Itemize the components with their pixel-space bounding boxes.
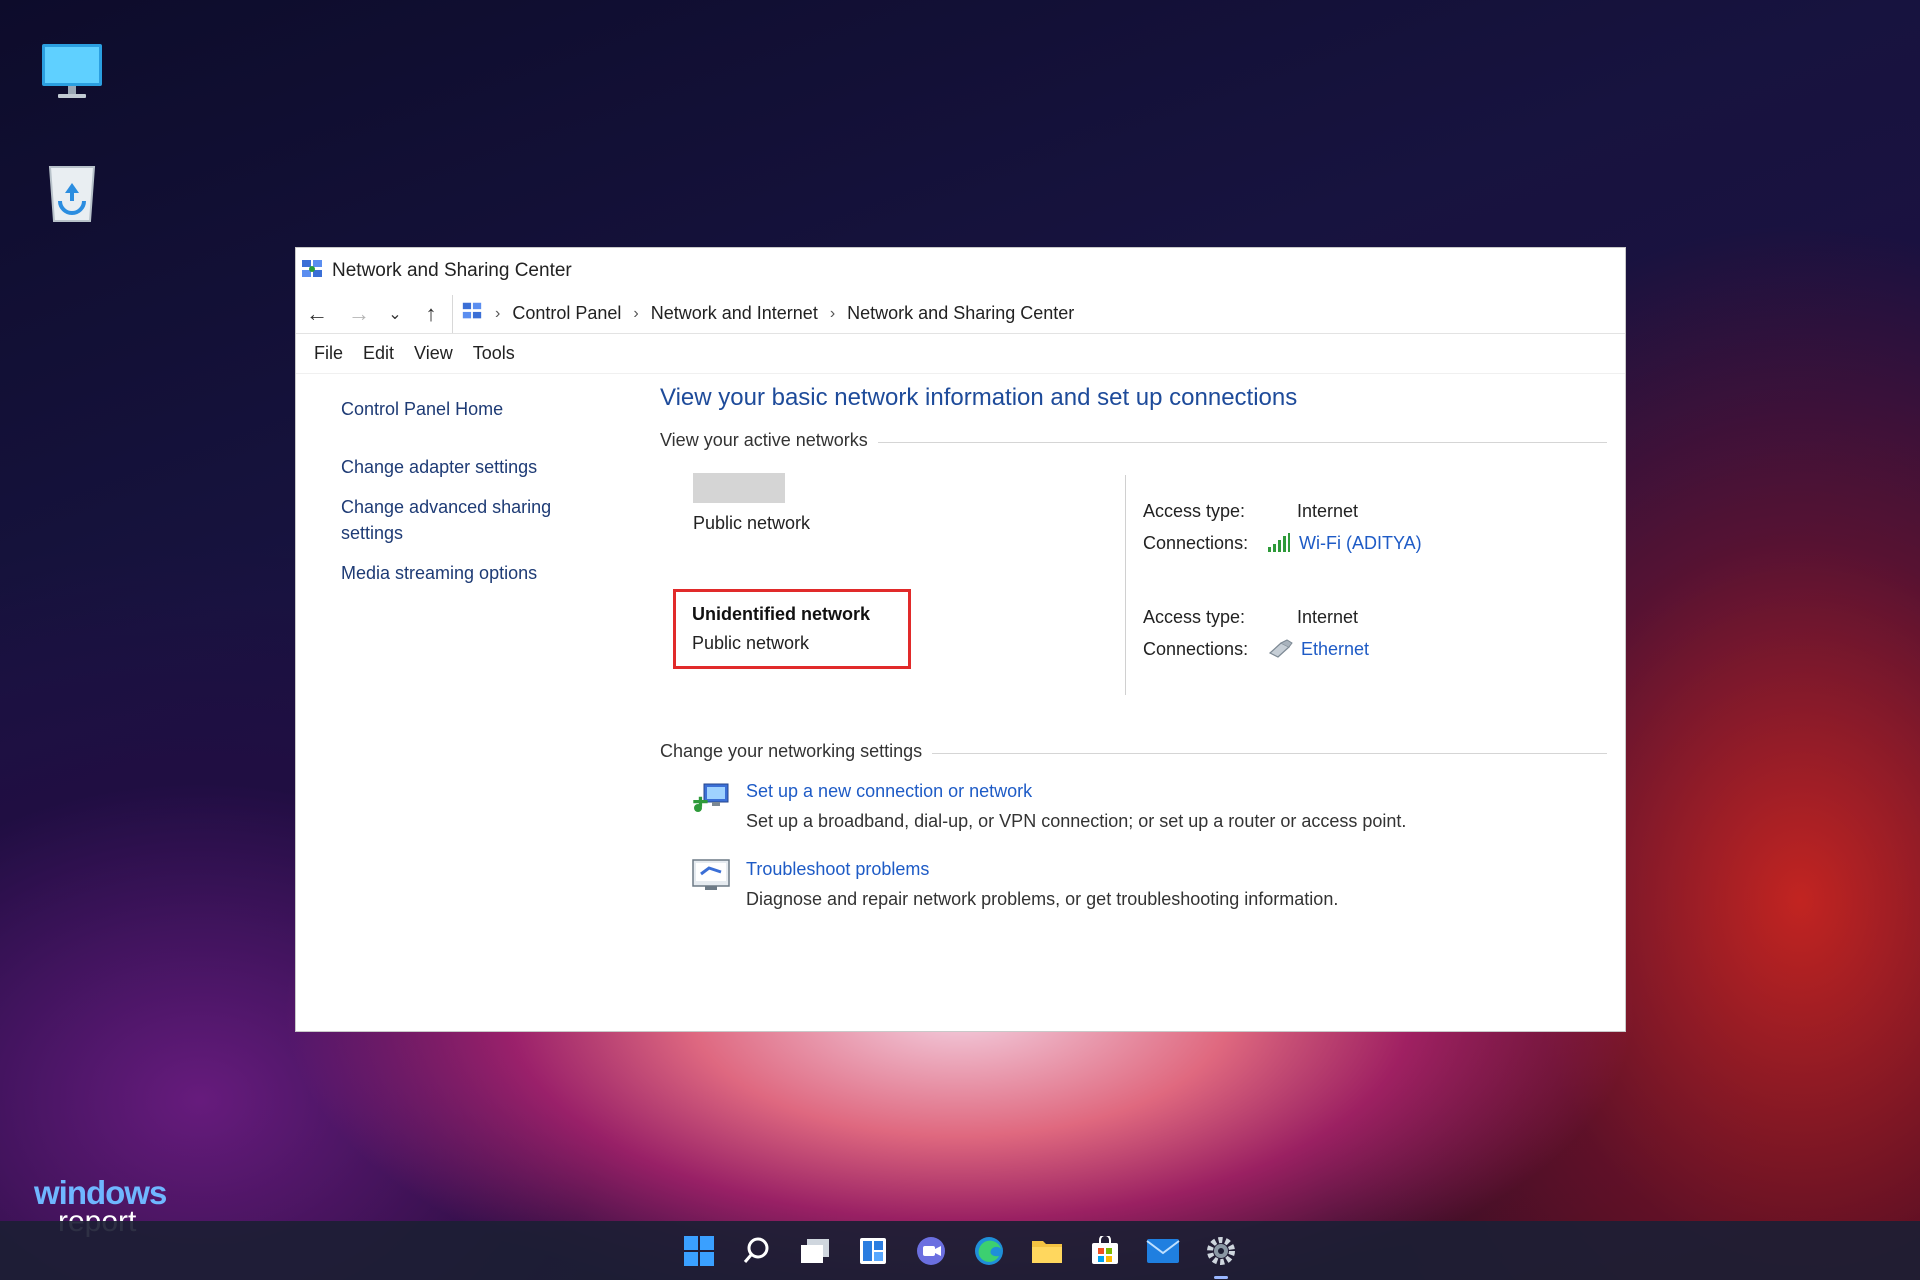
- menu-tools[interactable]: Tools: [463, 343, 525, 364]
- page-title: View your basic network information and …: [660, 384, 1298, 411]
- network-1-type: Public network: [693, 513, 811, 533]
- network-2-details: Access type: Internet Connections: Ether…: [1125, 577, 1369, 695]
- new-connection-icon: [690, 778, 732, 820]
- breadcrumb-control-panel[interactable]: Control Panel: [512, 303, 621, 324]
- redacted-network-name: [693, 473, 785, 503]
- address-field[interactable]: › Control Panel › Network and Internet ›…: [452, 294, 1625, 333]
- network-entry-1: Public network Access type: Internet Con…: [660, 451, 1607, 593]
- network-1-info: Public network: [683, 451, 810, 534]
- connections-row: Connections: Ethernet: [1143, 633, 1369, 665]
- settings-icon[interactable]: [1201, 1231, 1241, 1279]
- ethernet-connection-link[interactable]: Ethernet: [1267, 633, 1369, 665]
- access-type-value: Internet: [1297, 501, 1359, 521]
- file-explorer-icon[interactable]: [1027, 1231, 1067, 1271]
- arrow-right-icon: →: [348, 300, 370, 326]
- divider: [932, 752, 1607, 754]
- address-bar: ← → ⌄ ↑ › Control Panel › Network and In…: [296, 294, 1625, 334]
- widgets-icon[interactable]: [853, 1231, 893, 1271]
- control-panel-home-link[interactable]: Control Panel Home: [341, 396, 601, 422]
- connections-row: Connections: Wi-Fi (ADITYA): [1143, 527, 1422, 559]
- network-sharing-window: Network and Sharing Center ← → ⌄ ↑ › Con…: [295, 247, 1626, 1032]
- menu-bar: File Edit View Tools: [296, 334, 1625, 374]
- menu-file[interactable]: File: [304, 343, 353, 364]
- task-new-connection: Set up a new connection or network Set u…: [690, 778, 1607, 838]
- network-center-icon: [300, 257, 324, 286]
- media-streaming-options-link[interactable]: Media streaming options: [341, 560, 601, 586]
- highlight-box: Unidentified network Public network: [673, 589, 911, 669]
- setup-connection-link[interactable]: Set up a new connection or network: [746, 778, 1406, 804]
- back-button[interactable]: ←: [296, 296, 338, 332]
- chevron-right-icon: ›: [633, 304, 639, 322]
- networking-settings-label: Change your networking settings: [660, 741, 923, 761]
- menu-view[interactable]: View: [404, 343, 463, 364]
- connections-label: Connections:: [1143, 533, 1249, 553]
- ethernet-icon: [1268, 639, 1293, 658]
- this-pc-icon[interactable]: [40, 40, 104, 104]
- breadcrumb-network-center[interactable]: Network and Sharing Center: [847, 303, 1074, 324]
- left-pane: Control Panel Home Change adapter settin…: [341, 396, 601, 586]
- taskbar: [0, 1221, 1920, 1280]
- store-icon[interactable]: [1085, 1231, 1125, 1271]
- chevron-right-icon: ›: [829, 304, 836, 322]
- access-type-value: Internet: [1297, 607, 1359, 627]
- ethernet-connection-label[interactable]: Ethernet: [1301, 633, 1369, 665]
- task-view-icon[interactable]: [795, 1231, 835, 1271]
- arrow-up-icon: ↑: [425, 300, 437, 326]
- control-panel-icon: [461, 300, 483, 327]
- forward-button[interactable]: →: [338, 296, 380, 332]
- active-networks-header: View your active networks: [660, 430, 1607, 451]
- divider: [877, 441, 1607, 443]
- network-2-info: Unidentified network Public network: [673, 589, 911, 669]
- troubleshoot-desc: Diagnose and repair network problems, or…: [746, 889, 1339, 909]
- wifi-connection-label[interactable]: Wi-Fi (ADITYA): [1299, 527, 1422, 559]
- access-type-label: Access type:: [1143, 607, 1246, 627]
- change-adapter-settings-link[interactable]: Change adapter settings: [341, 454, 601, 480]
- network-2-type: Public network: [692, 633, 810, 653]
- troubleshoot-icon: [690, 856, 732, 898]
- task-troubleshoot: Troubleshoot problems Diagnose and repai…: [690, 856, 1607, 916]
- network-1-details: Access type: Internet Connections: Wi-Fi…: [1125, 475, 1422, 593]
- main-pane: View your basic network information and …: [660, 384, 1607, 916]
- search-icon[interactable]: [737, 1231, 777, 1271]
- network-entry-2: Unidentified network Public network Acce…: [660, 577, 1607, 739]
- wifi-signal-icon: [1268, 533, 1290, 552]
- change-advanced-sharing-link[interactable]: Change advanced sharing settings: [341, 494, 601, 546]
- breadcrumb-network-internet[interactable]: Network and Internet: [651, 303, 818, 324]
- access-type-label: Access type:: [1143, 501, 1246, 521]
- edge-icon[interactable]: [969, 1231, 1009, 1271]
- up-button[interactable]: ↑: [410, 296, 452, 332]
- window-title: Network and Sharing Center: [332, 260, 572, 281]
- networking-settings-header: Change your networking settings: [660, 741, 1607, 762]
- chevron-down-icon: ⌄: [388, 305, 402, 323]
- mail-icon[interactable]: [1143, 1231, 1183, 1271]
- brand-line-1: windows: [34, 1174, 167, 1211]
- access-type-row: Access type: Internet: [1143, 495, 1422, 527]
- recycle-bin-icon[interactable]: [40, 160, 104, 224]
- menu-edit[interactable]: Edit: [353, 343, 404, 364]
- setup-connection-desc: Set up a broadband, dial-up, or VPN conn…: [746, 811, 1407, 831]
- network-2-name: Unidentified network: [692, 604, 871, 624]
- connections-label: Connections:: [1143, 639, 1249, 659]
- recent-locations-button[interactable]: ⌄: [380, 296, 410, 332]
- active-networks-label: View your active networks: [660, 430, 868, 450]
- wifi-connection-link[interactable]: Wi-Fi (ADITYA): [1267, 527, 1422, 559]
- content-area: Control Panel Home Change adapter settin…: [296, 374, 1625, 1031]
- access-type-row: Access type: Internet: [1143, 601, 1369, 633]
- chevron-right-icon: ›: [495, 304, 501, 322]
- chat-icon[interactable]: [911, 1231, 951, 1271]
- arrow-left-icon: ←: [306, 300, 328, 326]
- title-bar: Network and Sharing Center: [296, 248, 1625, 294]
- start-icon[interactable]: [679, 1231, 719, 1271]
- troubleshoot-link[interactable]: Troubleshoot problems: [746, 856, 1338, 882]
